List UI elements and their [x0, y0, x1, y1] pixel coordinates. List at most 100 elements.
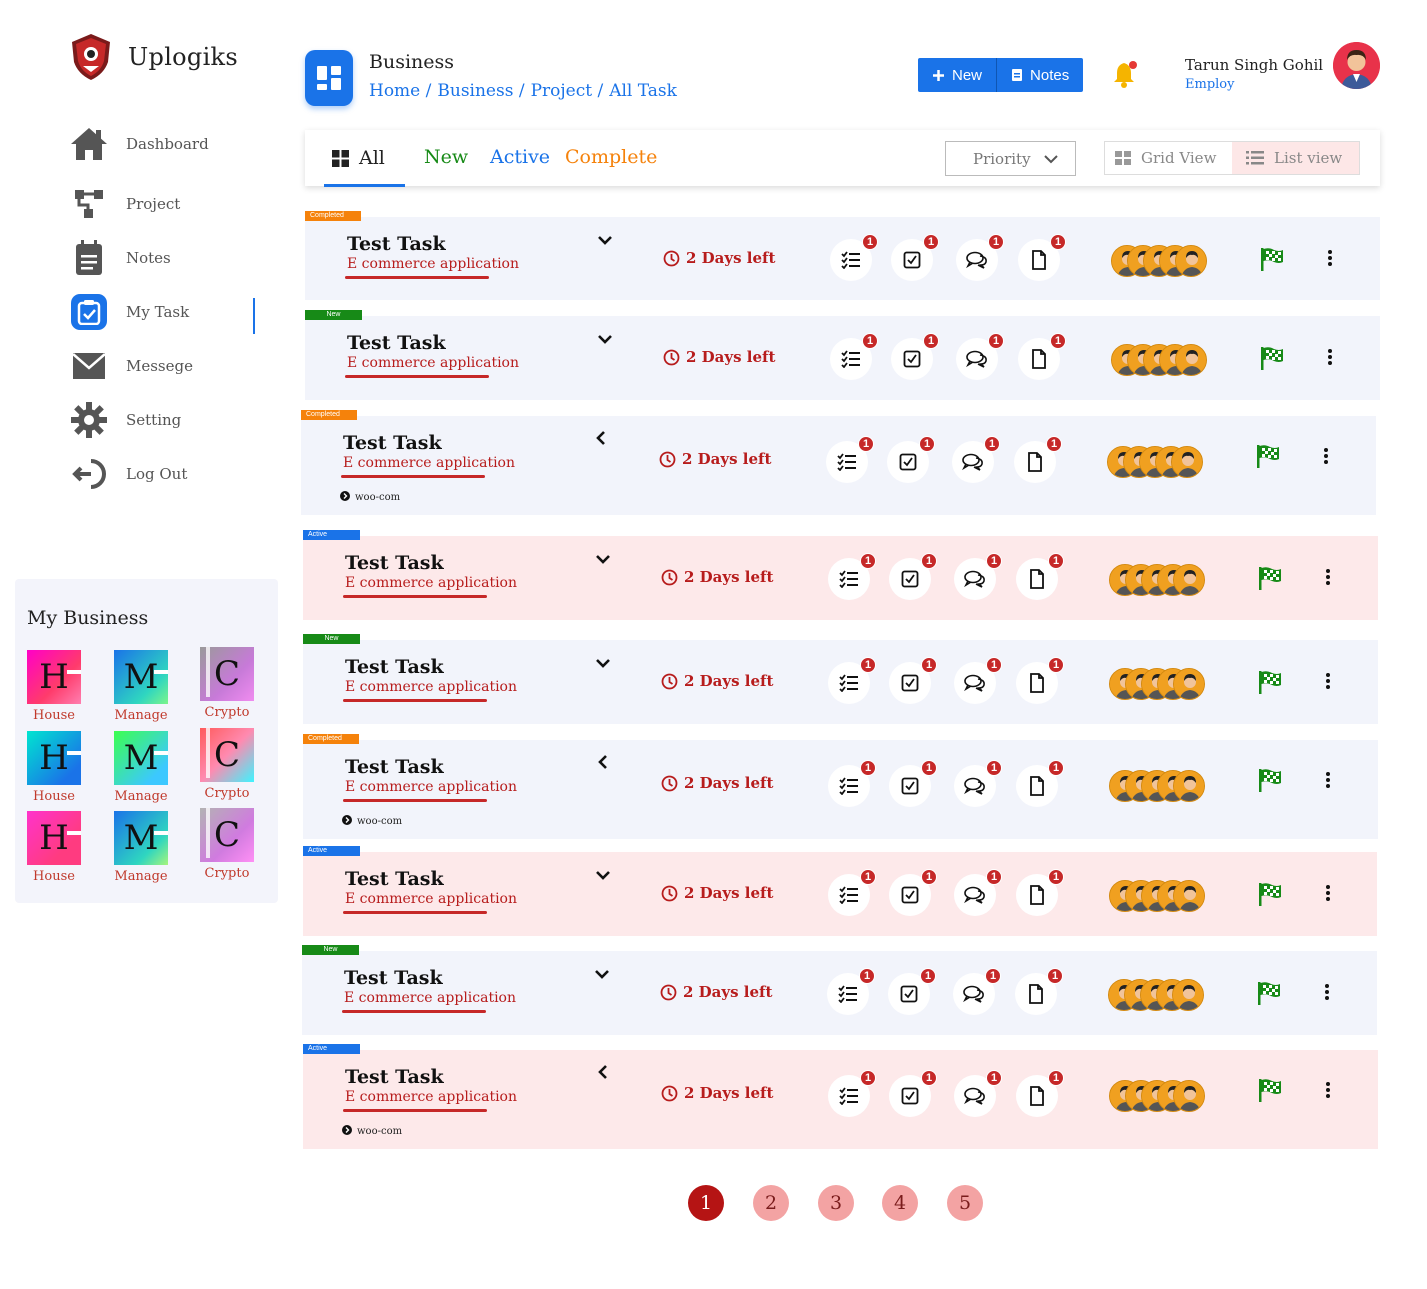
- task-title[interactable]: Test Task: [345, 656, 444, 678]
- more-options-icon[interactable]: [1321, 670, 1335, 692]
- user-avatar[interactable]: [1333, 42, 1380, 89]
- task-checklist-button[interactable]: 1: [830, 333, 878, 380]
- task-file-button[interactable]: 1: [1016, 553, 1064, 600]
- assignee-avatars[interactable]: [1111, 245, 1211, 277]
- task-chat-button[interactable]: 1: [954, 869, 1002, 916]
- breadcrumb-business[interactable]: Business /: [437, 81, 524, 101]
- assignee-avatars[interactable]: [1108, 979, 1208, 1011]
- business-tile-house[interactable]: H: [27, 650, 81, 704]
- more-options-icon[interactable]: [1320, 981, 1334, 1003]
- sidebar-item-setting[interactable]: Setting: [66, 398, 181, 442]
- task-checklist-button[interactable]: 1: [826, 436, 874, 483]
- chevron-left-icon[interactable]: [595, 754, 611, 770]
- task-checkbox-button[interactable]: 1: [889, 1070, 937, 1117]
- task-checkbox-button[interactable]: 1: [891, 234, 939, 281]
- page-1-button[interactable]: 1: [688, 1185, 724, 1221]
- breadcrumb-home[interactable]: Home /: [369, 81, 431, 101]
- task-title[interactable]: Test Task: [347, 332, 446, 354]
- task-chat-button[interactable]: 1: [956, 333, 1004, 380]
- assignee-avatars[interactable]: [1109, 1080, 1209, 1112]
- finish-flag-icon[interactable]: [1259, 345, 1285, 371]
- task-checkbox-button[interactable]: 1: [887, 436, 935, 483]
- finish-flag-icon[interactable]: [1257, 881, 1283, 907]
- chevron-left-icon[interactable]: [595, 1064, 611, 1080]
- task-checkbox-button[interactable]: 1: [889, 760, 937, 807]
- task-chat-button[interactable]: 1: [954, 657, 1002, 704]
- more-options-icon[interactable]: [1321, 566, 1335, 588]
- sidebar-item-message[interactable]: Messege: [66, 344, 193, 388]
- business-tile-manage[interactable]: M: [114, 811, 168, 865]
- tab-new[interactable]: New: [424, 146, 468, 168]
- sidebar-item-my-task[interactable]: My Task: [66, 290, 189, 334]
- task-checkbox-button[interactable]: 1: [889, 657, 937, 704]
- task-checkbox-button[interactable]: 1: [891, 333, 939, 380]
- finish-flag-icon[interactable]: [1255, 443, 1281, 469]
- finish-flag-icon[interactable]: [1257, 669, 1283, 695]
- task-file-button[interactable]: 1: [1016, 869, 1064, 916]
- finish-flag-icon[interactable]: [1259, 246, 1285, 272]
- chevron-down-icon[interactable]: [594, 965, 610, 981]
- more-options-icon[interactable]: [1321, 1079, 1335, 1101]
- task-file-button[interactable]: 1: [1016, 760, 1064, 807]
- task-file-button[interactable]: 1: [1015, 968, 1063, 1015]
- finish-flag-icon[interactable]: [1257, 767, 1283, 793]
- task-row[interactable]: Completed Test Task E commerce application…: [303, 734, 1378, 839]
- app-logo[interactable]: Uplogiks: [68, 32, 238, 82]
- priority-select[interactable]: Priority: [945, 141, 1076, 176]
- task-chat-button[interactable]: 1: [956, 234, 1004, 281]
- notification-bell-icon[interactable]: [1113, 60, 1139, 88]
- business-app-icon[interactable]: [305, 50, 353, 106]
- more-options-icon[interactable]: [1319, 445, 1333, 467]
- assignee-avatars[interactable]: [1109, 770, 1209, 802]
- more-options-icon[interactable]: [1321, 882, 1335, 904]
- more-options-icon[interactable]: [1321, 769, 1335, 791]
- assignee-avatars[interactable]: [1109, 564, 1209, 596]
- business-tile-house[interactable]: H: [27, 811, 81, 865]
- tab-active[interactable]: Active: [490, 146, 550, 168]
- assignee-avatars[interactable]: [1109, 668, 1209, 700]
- task-file-button[interactable]: 1: [1016, 1070, 1064, 1117]
- task-chat-button[interactable]: 1: [954, 553, 1002, 600]
- page-5-button[interactable]: 5: [947, 1185, 983, 1221]
- task-file-button[interactable]: 1: [1018, 234, 1066, 281]
- list-view-button[interactable]: List view: [1231, 142, 1359, 174]
- task-file-button[interactable]: 1: [1014, 436, 1062, 483]
- task-chat-button[interactable]: 1: [954, 760, 1002, 807]
- business-tile-manage[interactable]: M: [114, 650, 168, 704]
- task-row[interactable]: Completed Test Task E commerce application…: [305, 211, 1380, 300]
- business-tile-manage[interactable]: M: [114, 731, 168, 785]
- task-tag[interactable]: woo-com: [342, 815, 402, 828]
- task-checklist-button[interactable]: 1: [830, 234, 878, 281]
- more-options-icon[interactable]: [1323, 346, 1337, 368]
- assignee-avatars[interactable]: [1111, 344, 1211, 376]
- task-file-button[interactable]: 1: [1018, 333, 1066, 380]
- task-checklist-button[interactable]: 1: [828, 1070, 876, 1117]
- task-row[interactable]: New Test Task E commerce application 2 Days…: [302, 945, 1377, 1035]
- task-title[interactable]: Test Task: [344, 967, 443, 989]
- task-row[interactable]: Completed Test Task E commerce application…: [301, 410, 1376, 515]
- task-title[interactable]: Test Task: [347, 233, 446, 255]
- chevron-left-icon[interactable]: [593, 430, 609, 446]
- page-4-button[interactable]: 4: [882, 1185, 918, 1221]
- task-checkbox-button[interactable]: 1: [889, 553, 937, 600]
- task-chat-button[interactable]: 1: [953, 968, 1001, 1015]
- tab-complete[interactable]: Complete: [565, 146, 657, 168]
- chevron-down-icon[interactable]: [595, 550, 611, 566]
- sidebar-item-notes[interactable]: Notes: [66, 236, 171, 280]
- task-checkbox-button[interactable]: 1: [889, 869, 937, 916]
- task-title[interactable]: Test Task: [345, 756, 444, 778]
- task-row[interactable]: Active Test Task E commerce application 2 D…: [303, 846, 1377, 936]
- task-checklist-button[interactable]: 1: [828, 760, 876, 807]
- business-tile-house[interactable]: H: [27, 731, 81, 785]
- grid-view-button[interactable]: Grid View: [1105, 142, 1232, 174]
- breadcrumb-project[interactable]: Project /: [531, 81, 604, 101]
- business-tile-crypto[interactable]: C: [200, 808, 254, 862]
- task-checklist-button[interactable]: 1: [827, 968, 875, 1015]
- tab-all[interactable]: All: [332, 147, 385, 169]
- task-title[interactable]: Test Task: [345, 868, 444, 890]
- page-3-button[interactable]: 3: [818, 1185, 854, 1221]
- chevron-down-icon[interactable]: [595, 654, 611, 670]
- task-title[interactable]: Test Task: [345, 552, 444, 574]
- finish-flag-icon[interactable]: [1256, 980, 1282, 1006]
- task-row[interactable]: Active Test Task E commerce application woo…: [303, 1044, 1378, 1149]
